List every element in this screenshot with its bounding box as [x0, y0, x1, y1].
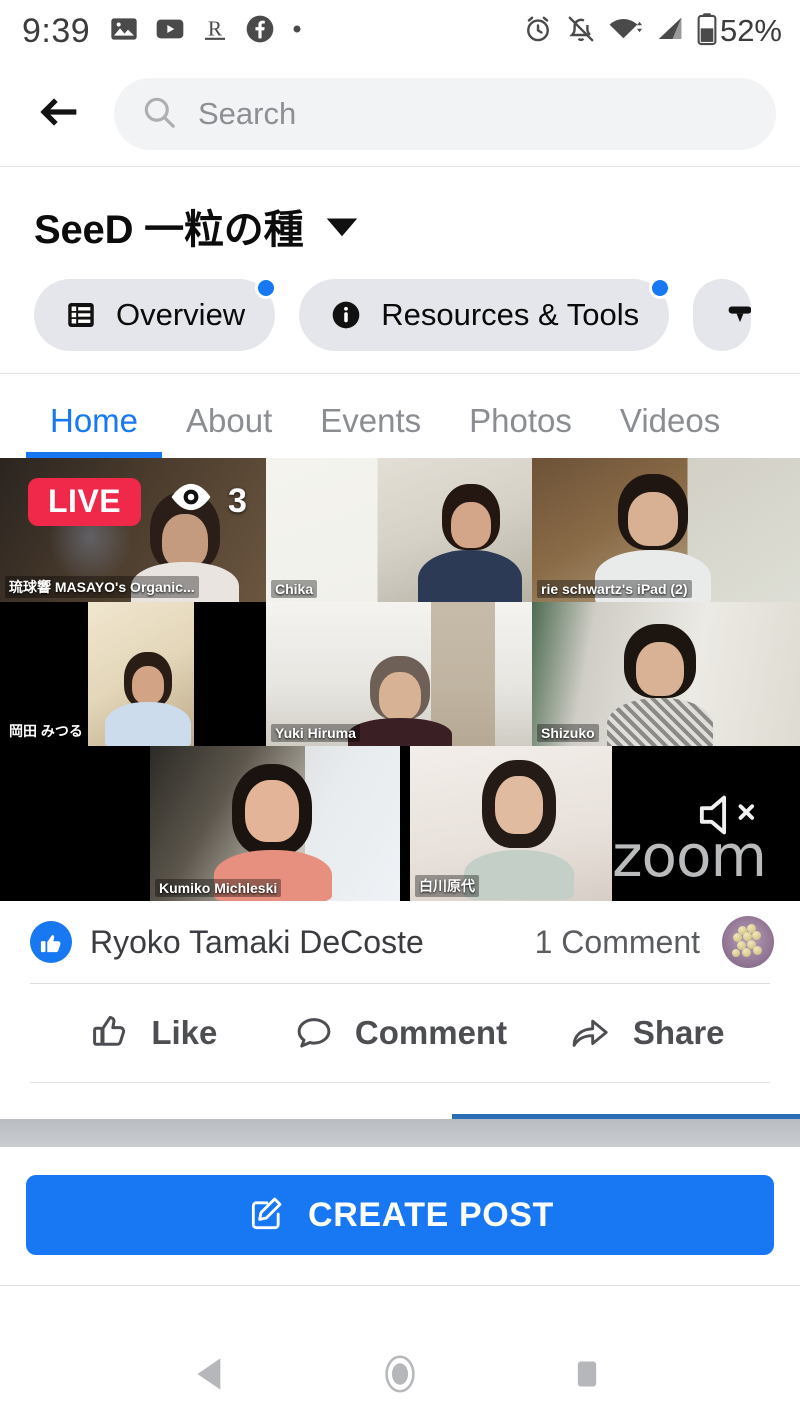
- video-tile-name: 白川原代: [415, 875, 479, 897]
- viewer-count: 3: [168, 482, 247, 521]
- video-tile-name: 琉球響 MASAYO's Organic...: [5, 576, 199, 598]
- video-tile[interactable]: 岡田 みつる: [0, 602, 266, 746]
- chip-pin-partial[interactable]: [693, 279, 752, 351]
- search-input[interactable]: Search: [114, 78, 776, 150]
- viewer-count-label: 3: [228, 482, 247, 520]
- reddit-icon: R: [200, 13, 230, 50]
- arrow-left-icon: [33, 92, 83, 137]
- status-bar: 9:39 R 52%: [0, 0, 800, 62]
- chip-badge-dot: [649, 277, 672, 299]
- page-title: SeeD 一粒の種: [34, 208, 304, 252]
- tab-photos[interactable]: Photos: [445, 402, 596, 458]
- youtube-icon: [154, 13, 186, 50]
- video-tile-name: Chika: [271, 580, 318, 598]
- post-meta-row: Ryoko Tamaki DeCoste 1 Comment: [0, 901, 800, 983]
- video-grid-row: 岡田 みつる Yuki Hiruma Shizuko: [0, 602, 800, 746]
- chip-label: Resources & Tools: [381, 297, 640, 332]
- video-tile[interactable]: Kumiko Michleski: [150, 746, 400, 901]
- facebook-icon: [244, 13, 276, 50]
- live-badge: LIVE: [28, 478, 142, 526]
- more-dot-icon: [290, 13, 304, 50]
- comment-label: Comment: [354, 1014, 508, 1051]
- post-video-player[interactable]: 琉球響 MASAYO's Organic... Chika rie schwar…: [0, 458, 800, 901]
- cellular-signal-icon: [655, 13, 685, 50]
- video-grid-spacer: [0, 746, 150, 901]
- share-button[interactable]: Share: [523, 1010, 770, 1057]
- nav-home-button[interactable]: [355, 1342, 445, 1410]
- tab-videos[interactable]: Videos: [596, 402, 744, 458]
- post-action-bar: Like Comment Share: [0, 984, 800, 1082]
- video-tile-name: Kumiko Michleski: [155, 879, 282, 897]
- battery-icon: [696, 12, 718, 51]
- svg-text:R: R: [208, 16, 223, 40]
- info-circle-icon: [329, 298, 363, 332]
- chevron-down-icon[interactable]: [325, 216, 359, 243]
- create-post-label: CREATE POST: [308, 1195, 554, 1234]
- status-bar-clock: 9:39: [22, 11, 91, 50]
- video-tile[interactable]: rie schwartz's iPad (2): [532, 458, 800, 602]
- compose-pencil-icon: [246, 1193, 286, 1238]
- scroll-separator-band: [0, 1119, 800, 1147]
- tab-about[interactable]: About: [162, 402, 296, 458]
- app-header: Search: [0, 62, 800, 167]
- like-button[interactable]: Like: [30, 1010, 277, 1057]
- like-label: Like: [151, 1014, 218, 1051]
- android-nav-bar: [0, 1330, 800, 1422]
- next-post-peek: [0, 1083, 800, 1119]
- nav-back-triangle-icon: [191, 1352, 235, 1401]
- profile-tabs: Home About Events Photos Videos: [0, 374, 800, 458]
- video-tile-name: Shizuko: [537, 724, 599, 742]
- eye-icon: [168, 482, 214, 521]
- video-tile[interactable]: Yuki Hiruma: [266, 602, 532, 746]
- video-tile-name: 岡田 みつる: [5, 720, 87, 742]
- search-icon: [140, 93, 178, 136]
- create-post-button[interactable]: CREATE POST: [26, 1175, 774, 1255]
- page-title-row[interactable]: SeeD 一粒の種: [0, 167, 800, 269]
- battery-percent-label: 52%: [719, 13, 782, 48]
- status-bar-system-icons: [522, 12, 718, 51]
- thumbs-up-outline-icon: [89, 1010, 131, 1057]
- photos-icon: [108, 13, 140, 50]
- chip-label: Overview: [116, 297, 246, 332]
- post-liker-name: Ryoko Tamaki DeCoste: [90, 923, 424, 960]
- video-tile[interactable]: Shizuko: [532, 602, 800, 746]
- nav-home-circle-icon: [377, 1351, 423, 1402]
- search-placeholder: Search: [198, 96, 297, 131]
- video-tile-name: rie schwartz's iPad (2): [537, 580, 692, 598]
- page-action-chips: Overview Resources & Tools: [0, 269, 800, 374]
- post-comment-count[interactable]: 1 Comment: [535, 924, 700, 961]
- nav-back-button[interactable]: [168, 1342, 258, 1410]
- video-tile[interactable]: Chika: [266, 458, 532, 602]
- tab-home[interactable]: Home: [26, 402, 163, 458]
- video-tile-name: Yuki Hiruma: [271, 724, 360, 742]
- notifications-off-icon: [565, 13, 597, 50]
- list-overview-icon: [64, 298, 98, 332]
- tab-events[interactable]: Events: [296, 402, 445, 458]
- phone-screen: 9:39 R 52% Search SeeD 一粒の種 Overview Res…: [0, 0, 800, 1422]
- comment-bubble-icon: [293, 1010, 335, 1057]
- create-post-section: CREATE POST: [0, 1147, 800, 1286]
- back-button[interactable]: [30, 86, 86, 142]
- thumbs-up-filled-icon: [30, 921, 72, 963]
- status-bar-notification-icons: R: [108, 13, 304, 50]
- nav-recents-button[interactable]: [542, 1342, 632, 1410]
- pin-icon: [723, 298, 752, 332]
- share-label: Share: [632, 1014, 725, 1051]
- chip-overview[interactable]: Overview: [34, 277, 278, 351]
- chip-badge-dot: [255, 277, 278, 299]
- share-arrow-icon: [569, 1010, 613, 1057]
- comment-button[interactable]: Comment: [277, 1010, 524, 1057]
- nav-recents-square-icon: [567, 1354, 607, 1399]
- zoom-watermark: zoom: [612, 822, 767, 890]
- alarm-icon: [522, 13, 554, 50]
- next-post-accent-line: [452, 1114, 800, 1119]
- chip-resources-and-tools[interactable]: Resources & Tools: [299, 277, 672, 351]
- wifi-icon: [608, 13, 644, 50]
- commenter-avatar[interactable]: [722, 916, 774, 968]
